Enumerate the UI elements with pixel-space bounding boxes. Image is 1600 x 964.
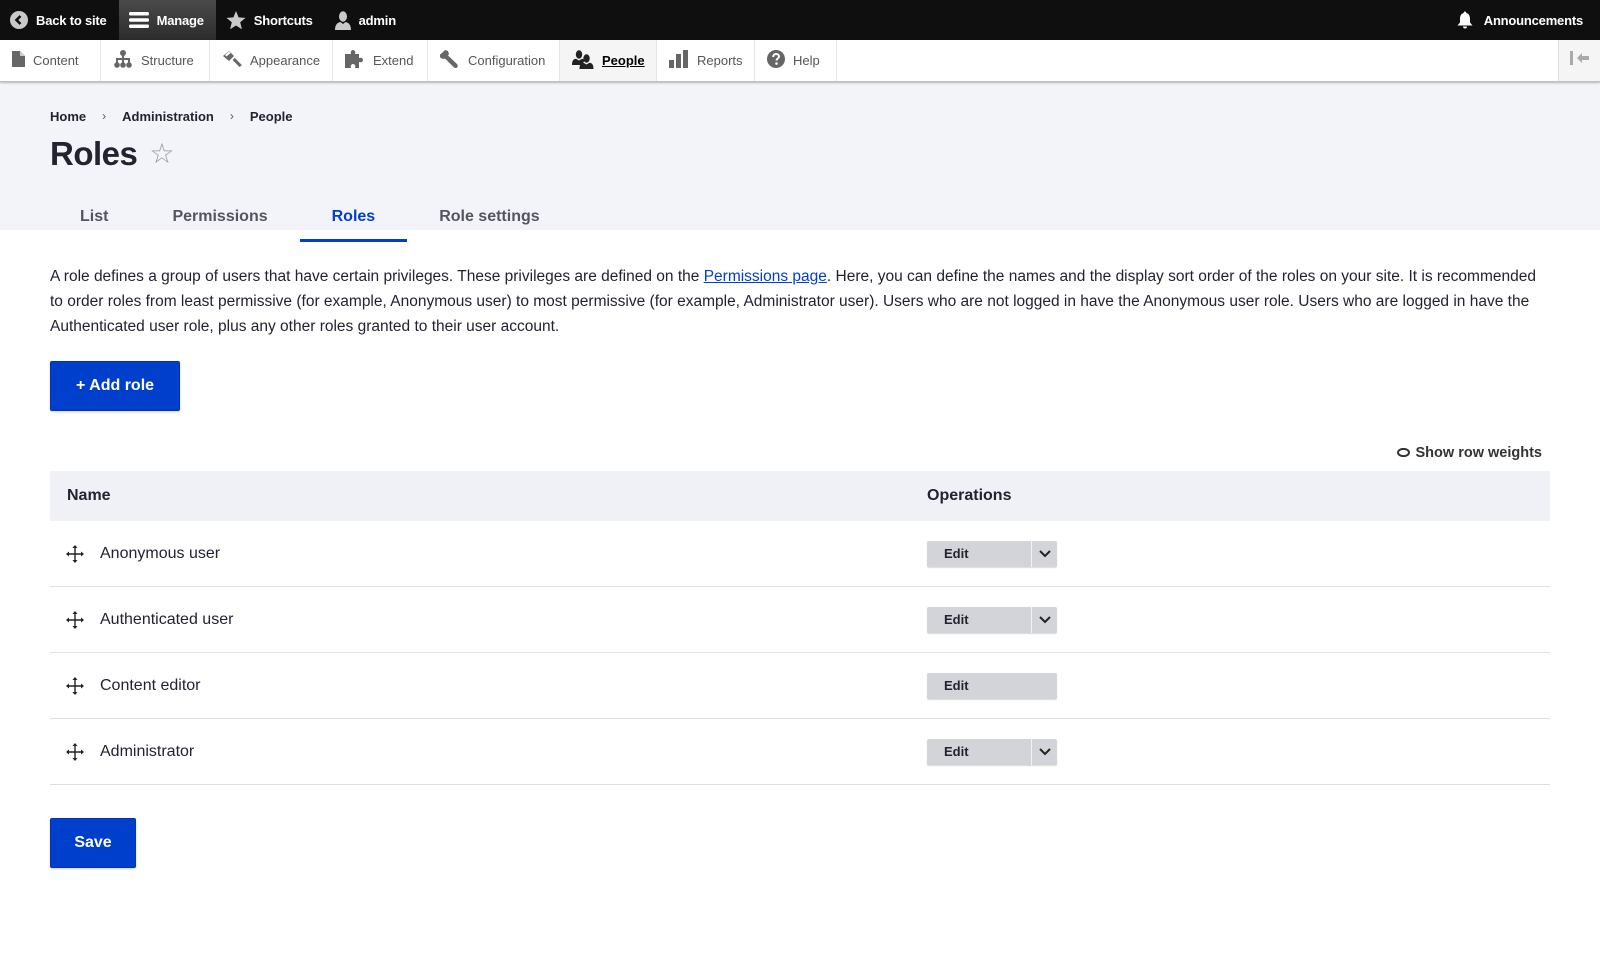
- roles-description: A role defines a group of users that hav…: [50, 264, 1550, 339]
- tray-orientation-toggle[interactable]: [1558, 40, 1600, 81]
- main-content: A role defines a group of users that hav…: [0, 230, 1600, 868]
- drag-handle-icon[interactable]: [66, 742, 84, 761]
- tray-item-configuration[interactable]: Configuration: [428, 40, 560, 81]
- drag-handle-icon[interactable]: [66, 610, 84, 629]
- back-to-site-link[interactable]: Back to site: [0, 0, 119, 40]
- file-icon: [12, 51, 25, 70]
- tray-item-label: Reports: [697, 53, 743, 68]
- people-icon: [572, 49, 594, 72]
- tray-item-label: Configuration: [468, 53, 546, 68]
- tray-item-extend[interactable]: Extend: [333, 40, 428, 81]
- bar-chart-icon: [669, 50, 689, 71]
- add-shortcut-star-icon[interactable]: ☆: [149, 140, 174, 168]
- add-role-button[interactable]: + Add role: [50, 361, 180, 411]
- tray-item-reports[interactable]: Reports: [657, 40, 755, 81]
- paintbrush-icon: [222, 50, 242, 71]
- tray-item-label: People: [602, 53, 645, 68]
- manage-tab[interactable]: Manage: [118, 0, 216, 40]
- user-tab[interactable]: admin: [325, 0, 408, 40]
- permissions-page-link[interactable]: Permissions page: [704, 268, 827, 285]
- table-row: Authenticated user Edit: [50, 587, 1550, 653]
- operations-dropdown-toggle[interactable]: [1031, 606, 1057, 633]
- page-title: Roles: [50, 135, 138, 172]
- roles-table: Name Operations Anonymous user Edit Auth…: [50, 471, 1550, 785]
- star-icon: [226, 10, 246, 30]
- chevron-down-icon: [1038, 743, 1051, 761]
- tray-item-label: Content: [33, 53, 79, 68]
- save-button[interactable]: Save: [50, 818, 136, 868]
- back-arrow-icon: [10, 11, 28, 29]
- back-to-site-label: Back to site: [36, 12, 107, 28]
- breadcrumb-separator: ›: [229, 109, 234, 123]
- help-icon: [767, 50, 785, 71]
- tray-item-label: Appearance: [250, 53, 321, 68]
- tray-item-label: Structure: [141, 53, 194, 68]
- breadcrumb: Home › Administration › People: [50, 106, 1550, 126]
- operations-dropbutton: Edit: [927, 540, 1057, 567]
- operations-dropbutton: Edit: [927, 606, 1057, 633]
- user-icon: [334, 10, 351, 30]
- drag-handle-icon[interactable]: [66, 544, 84, 563]
- description-text: A role defines a group of users that hav…: [50, 268, 704, 285]
- tab-list[interactable]: List: [48, 192, 140, 242]
- column-header-name: Name: [67, 487, 111, 504]
- tray-item-structure[interactable]: Structure: [101, 40, 210, 81]
- edit-role-button[interactable]: Edit: [927, 607, 1031, 633]
- tray-item-label: Help: [793, 53, 820, 68]
- show-row-weights-label: Show row weights: [1415, 445, 1542, 461]
- puzzle-icon: [345, 50, 365, 71]
- breadcrumb-people[interactable]: People: [250, 109, 293, 124]
- announcements-label: Announcements: [1483, 12, 1583, 28]
- role-name: Anonymous user: [100, 544, 221, 562]
- operations-dropbutton: Edit: [927, 672, 1057, 699]
- edit-role-button[interactable]: Edit: [927, 541, 1031, 567]
- operations-dropdown-toggle[interactable]: [1031, 738, 1057, 765]
- edit-role-button[interactable]: Edit: [927, 739, 1031, 765]
- role-name: Content editor: [100, 676, 201, 694]
- table-row: Administrator Edit: [50, 719, 1550, 785]
- table-row: Anonymous user Edit: [50, 521, 1550, 587]
- chevron-down-icon: [1038, 611, 1051, 629]
- operations-dropdown-toggle[interactable]: [1031, 540, 1057, 567]
- hamburger-icon: [128, 11, 149, 29]
- breadcrumb-home[interactable]: Home: [50, 109, 86, 124]
- breadcrumb-separator: ›: [102, 109, 107, 123]
- manage-label: Manage: [156, 12, 204, 28]
- wrench-icon: [439, 50, 460, 71]
- eye-icon: [1396, 445, 1410, 461]
- shortcuts-label: Shortcuts: [253, 12, 313, 28]
- drag-handle-icon[interactable]: [66, 676, 84, 695]
- announcements-tab[interactable]: Announcements: [1447, 0, 1600, 40]
- tray-item-label: Extend: [373, 53, 414, 68]
- role-name: Administrator: [100, 742, 195, 760]
- sitemap-icon: [113, 50, 133, 71]
- tray-item-people[interactable]: People: [560, 40, 657, 81]
- bell-icon: [1457, 11, 1473, 29]
- admin-menu-tray: Content Structure Appearance Extend Conf…: [0, 40, 1600, 82]
- tab-roles[interactable]: Roles: [299, 192, 408, 242]
- tab-role-settings[interactable]: Role settings: [407, 192, 571, 242]
- show-row-weights-button[interactable]: Show row weights: [1396, 445, 1542, 461]
- role-name: Authenticated user: [100, 610, 234, 628]
- user-label: admin: [358, 12, 396, 28]
- column-header-operations: Operations: [927, 487, 1012, 504]
- tray-item-appearance[interactable]: Appearance: [210, 40, 333, 81]
- chevron-down-icon: [1038, 545, 1051, 563]
- admin-toolbar: Back to site Manage Shortcuts admin Anno…: [0, 0, 1600, 40]
- operations-dropbutton: Edit: [927, 738, 1057, 765]
- table-row: Content editor Edit: [50, 653, 1550, 719]
- shortcuts-tab[interactable]: Shortcuts: [216, 0, 325, 40]
- tab-permissions[interactable]: Permissions: [140, 192, 299, 242]
- collapse-left-icon: [1569, 51, 1590, 70]
- breadcrumb-administration[interactable]: Administration: [122, 109, 214, 124]
- page-header: Home › Administration › People Roles ☆ L…: [0, 82, 1600, 242]
- tray-item-content[interactable]: Content: [0, 40, 101, 81]
- tray-item-help[interactable]: Help: [755, 40, 837, 81]
- table-header: Name Operations: [50, 471, 1550, 521]
- edit-role-button[interactable]: Edit: [927, 673, 1057, 699]
